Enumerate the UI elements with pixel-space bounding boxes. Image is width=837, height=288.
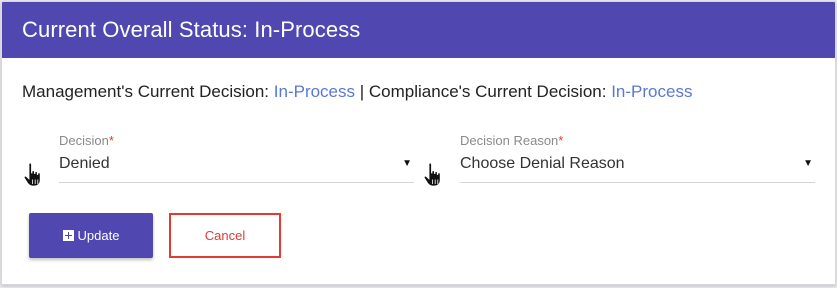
update-button[interactable]: Update [29,213,153,258]
update-button-label: Update [77,228,120,243]
hand-pointer-icon [22,162,46,188]
caret-down-icon: ▼ [803,158,813,169]
compliance-decision-label: Compliance's Current Decision: [368,82,607,101]
decision-value: Denied [59,155,110,172]
decision-reason-value: Choose Denial Reason [460,155,625,172]
decision-reason-select[interactable]: Choose Denial Reason ▼ [460,151,815,183]
status-card: Current Overall Status: In-Process Manag… [1,1,836,285]
caret-down-icon: ▼ [402,158,412,169]
cancel-button[interactable]: Cancel [169,213,281,258]
decision-separator: | [359,82,365,101]
current-decisions-line: Management's Current Decision: In-Proces… [22,81,692,103]
decision-select[interactable]: Denied ▼ [59,151,414,183]
management-decision-value: In-Process [273,82,356,101]
compliance-decision-value: In-Process [611,82,693,101]
decision-reason-field: Decision Reason* Choose Denial Reason ▼ [460,133,815,185]
decision-field: Decision* Denied ▼ [59,133,414,185]
plus-square-icon [62,230,74,241]
cancel-button-label: Cancel [204,228,246,243]
card-header: Current Overall Status: In-Process [2,2,835,58]
required-marker: * [108,133,114,148]
decision-reason-label: Decision Reason* [460,133,564,148]
required-marker: * [558,133,564,148]
hand-pointer-icon [422,162,446,188]
page-title: Current Overall Status: In-Process [22,17,361,42]
decision-label: Decision* [59,133,114,148]
management-decision-label: Management's Current Decision: [22,82,270,101]
